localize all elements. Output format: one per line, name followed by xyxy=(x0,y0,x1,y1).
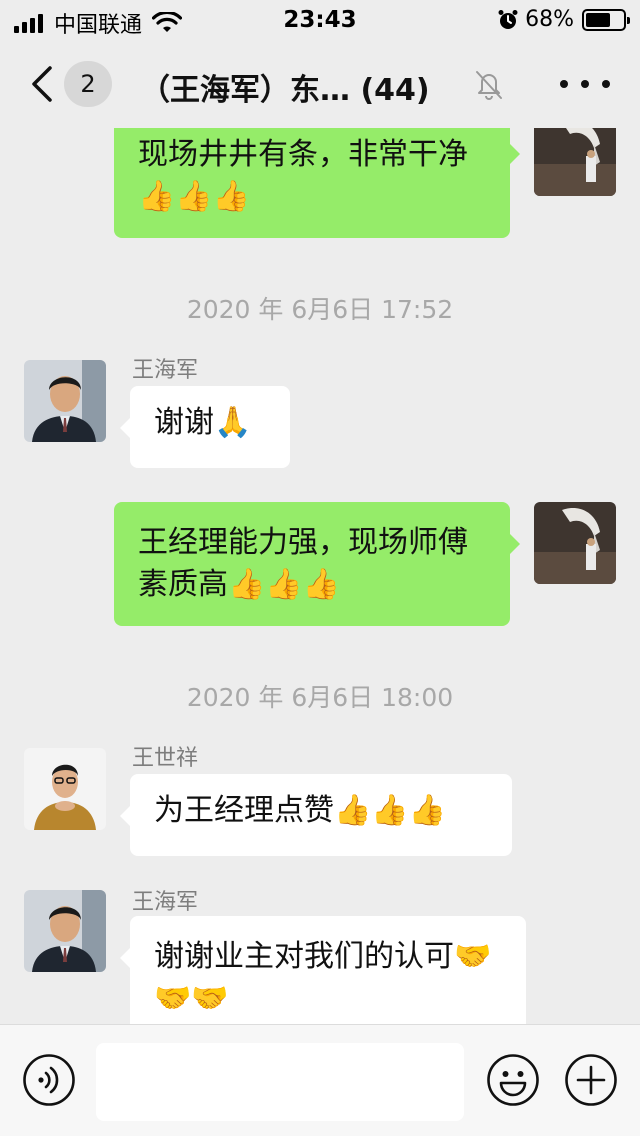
sender-name: 王海军 xyxy=(132,358,199,383)
voice-icon[interactable] xyxy=(22,1053,76,1107)
chat-title[interactable]: （王海军）东… (44) xyxy=(140,65,476,105)
message-list[interactable]: 现场井井有条，非常干净👍👍👍 2020 年 6月6日 17:52 王海军 谢谢🙏… xyxy=(0,128,640,1024)
smiley-icon[interactable] xyxy=(486,1053,540,1107)
battery-icon xyxy=(582,8,630,31)
message-bubble-other[interactable]: 谢谢业主对我们的认可🤝🤝🤝 xyxy=(120,916,526,1024)
avatar-self[interactable] xyxy=(534,502,616,584)
unread-count-badge[interactable]: 2 xyxy=(64,61,112,107)
message-bubble-other[interactable]: 为王经理点赞👍👍👍 xyxy=(120,774,512,856)
more-dots-icon xyxy=(602,80,610,88)
more-dots-icon xyxy=(560,80,568,88)
input-bar xyxy=(0,1024,640,1136)
avatar-wang-haijun[interactable] xyxy=(24,890,106,972)
battery-fill xyxy=(586,12,611,27)
message-timestamp: 2020 年 6月6日 18:00 xyxy=(186,683,454,712)
battery-percent: 68% xyxy=(525,7,574,32)
message-bubble-other[interactable]: 谢谢🙏 xyxy=(120,386,290,468)
status-bar: 中国联通 23:43 68% xyxy=(0,0,640,40)
avatar-wang-haijun[interactable] xyxy=(24,360,106,442)
alarm-icon xyxy=(498,9,518,29)
more-dots-icon xyxy=(581,80,589,88)
message-bubble-self[interactable]: 王经理能力强，现场师傅素质高👍👍👍 xyxy=(114,502,520,626)
sender-name: 王海军 xyxy=(132,890,199,915)
chevron-left-icon[interactable] xyxy=(24,62,64,106)
avatar-wang-shixiang[interactable] xyxy=(24,748,106,830)
status-right: 68% xyxy=(497,7,630,32)
avatar-self[interactable] xyxy=(534,128,616,196)
more-options-button[interactable] xyxy=(560,70,610,98)
sender-name: 王世祥 xyxy=(132,746,199,771)
plus-icon[interactable] xyxy=(564,1053,618,1107)
message-input[interactable] xyxy=(96,1043,464,1121)
message-bubble-self[interactable]: 现场井井有条，非常干净👍👍👍 xyxy=(114,128,520,238)
bell-slash-icon xyxy=(476,71,502,100)
chat-nav-bar: 2 （王海军）东… (44) xyxy=(0,40,640,128)
message-timestamp: 2020 年 6月6日 17:52 xyxy=(186,295,454,324)
